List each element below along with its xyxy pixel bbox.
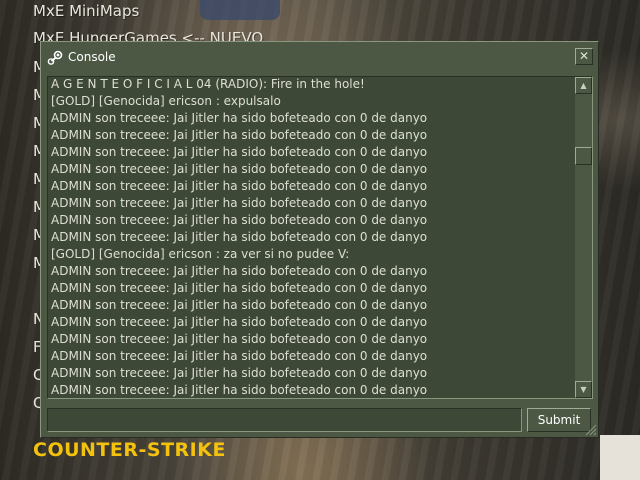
- console-title: Console: [68, 50, 116, 64]
- arrow-down-icon: ▼: [580, 385, 587, 394]
- log-line: A G E N T E O F I C I A L 04 (RADIO): Fi…: [51, 77, 365, 91]
- submit-button[interactable]: Submit: [527, 408, 591, 432]
- steam-icon: [47, 50, 63, 65]
- scroll-thumb[interactable]: [575, 147, 592, 165]
- log-line: [GOLD] [Genocida] ericson : expulsalo: [51, 94, 281, 108]
- resize-grip-icon[interactable]: [584, 423, 597, 436]
- log-scrollbar[interactable]: ▲ ▼: [575, 77, 592, 398]
- console-window: Console ✕ A G E N T E O F I C I A L 04 (…: [40, 41, 599, 438]
- log-line: ADMIN son treceee: Jai Jitler ha sido bo…: [51, 128, 428, 142]
- log-line: ADMIN son treceee: Jai Jitler ha sido bo…: [51, 179, 428, 193]
- log-line: ADMIN son treceee: Jai Jitler ha sido bo…: [51, 298, 428, 312]
- log-line: ADMIN son treceee: Jai Jitler ha sido bo…: [51, 196, 428, 210]
- log-line: ADMIN son treceee: Jai Jitler ha sido bo…: [51, 281, 428, 295]
- counter-strike-logo: COUNTER-STRIKE: [33, 439, 226, 461]
- log-line: ADMIN son treceee: Jai Jitler ha sido bo…: [51, 145, 428, 159]
- log-line: ADMIN son treceee: Jai Jitler ha sido bo…: [51, 264, 428, 278]
- log-line: ADMIN son treceee: Jai Jitler ha sido bo…: [51, 383, 428, 397]
- background-floor-patch: [600, 435, 640, 480]
- log-lines: A G E N T E O F I C I A L 04 (RADIO): Fi…: [51, 77, 571, 398]
- menu-item-minimaps[interactable]: MxE MiniMaps: [33, 2, 139, 20]
- log-line: ADMIN son treceee: Jai Jitler ha sido bo…: [51, 366, 428, 380]
- console-log[interactable]: A G E N T E O F I C I A L 04 (RADIO): Fi…: [47, 76, 593, 399]
- log-line: ADMIN son treceee: Jai Jitler ha sido bo…: [51, 315, 428, 329]
- log-line: ADMIN son treceee: Jai Jitler ha sido bo…: [51, 230, 428, 244]
- background-player-model: [200, 0, 280, 20]
- logo-text: COUNTER-STRIKE: [33, 439, 226, 461]
- close-icon: ✕: [578, 49, 590, 63]
- close-button[interactable]: ✕: [575, 48, 593, 65]
- log-line: [GOLD] [Genocida] ericson : za ver si no…: [51, 247, 350, 261]
- log-line: ADMIN son treceee: Jai Jitler ha sido bo…: [51, 349, 428, 363]
- arrow-up-icon: ▲: [580, 81, 587, 90]
- log-line: ADMIN son treceee: Jai Jitler ha sido bo…: [51, 111, 428, 125]
- log-line: ADMIN son treceee: Jai Jitler ha sido bo…: [51, 332, 428, 346]
- log-line: ADMIN son treceee: Jai Jitler ha sido bo…: [51, 162, 428, 176]
- scroll-down-button[interactable]: ▼: [575, 381, 592, 398]
- scroll-up-button[interactable]: ▲: [575, 77, 592, 94]
- command-input[interactable]: [47, 408, 522, 432]
- log-line: ADMIN son treceee: Jai Jitler ha sido bo…: [51, 213, 428, 227]
